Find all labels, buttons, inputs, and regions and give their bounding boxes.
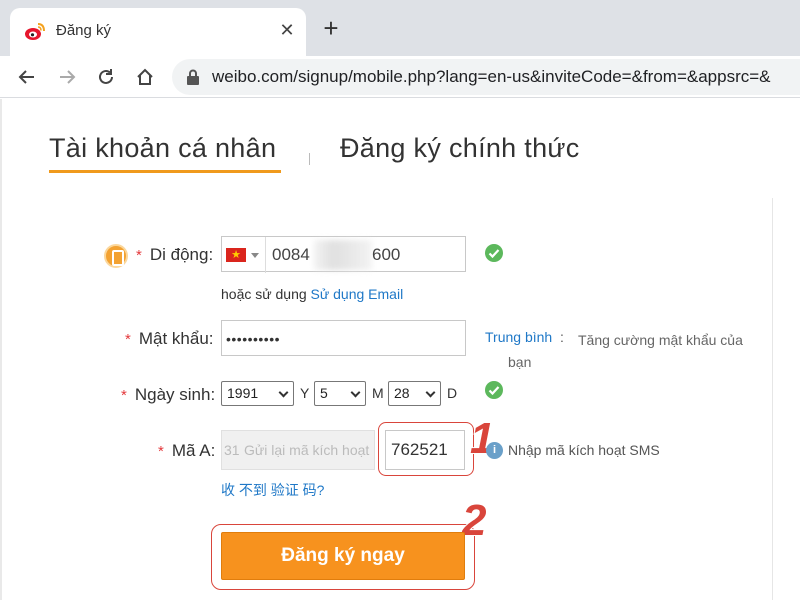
- use-email-link[interactable]: Sử dụng Email: [311, 286, 404, 302]
- password-value: ••••••••••: [226, 331, 281, 347]
- close-icon[interactable]: ✕: [276, 19, 298, 41]
- chevron-down-icon: [251, 253, 259, 258]
- tab-official-signup[interactable]: Đăng ký chính thức: [340, 133, 580, 164]
- signup-submit-button[interactable]: Đăng ký ngay: [221, 532, 465, 580]
- no-code-received-link[interactable]: 收 不到 验证 码?: [221, 480, 324, 500]
- reload-icon[interactable]: [93, 64, 119, 90]
- info-icon: i: [486, 442, 503, 459]
- sms-hint: Nhập mã kích hoạt SMS: [508, 442, 660, 458]
- resend-code-button[interactable]: 31 Gửi lại mã kích hoạt: [221, 430, 375, 470]
- active-tab-underline: [49, 170, 281, 173]
- url-text: weibo.com/signup/mobile.php?lang=en-us&i…: [212, 67, 771, 86]
- phone-suffix: 600: [372, 245, 401, 264]
- alt-signup-text: hoặc sử dụng Sử dụng Email: [221, 286, 404, 302]
- mobile-label: * Di động:: [136, 245, 214, 264]
- code-label: * Mã A:: [158, 441, 216, 460]
- new-tab-icon[interactable]: +: [318, 15, 344, 42]
- panel-divider: [772, 198, 773, 600]
- chevron-down-icon: [278, 387, 289, 398]
- birth-month-select[interactable]: 5: [314, 381, 366, 406]
- phone-prefix: 0084: [272, 245, 310, 264]
- home-icon[interactable]: [132, 64, 158, 90]
- mobile-phone-icon: [104, 244, 128, 268]
- browser-tab-strip: Đăng ký ✕ +: [0, 0, 800, 56]
- lock-icon[interactable]: [186, 69, 200, 85]
- password-tip: Tăng cường mật khẩu của bạn: [508, 332, 743, 370]
- browser-tab-title: Đăng ký: [56, 22, 112, 39]
- back-icon[interactable]: [14, 64, 40, 90]
- tab-separator: [309, 153, 310, 165]
- vietnam-flag-icon: ★: [226, 248, 246, 262]
- resend-code-label: Gửi lại mã kích hoạt: [244, 442, 370, 458]
- year-unit: Y: [300, 385, 310, 401]
- step1-highlight-box: [378, 422, 474, 476]
- chevron-down-icon: [425, 387, 436, 398]
- day-unit: D: [447, 385, 458, 401]
- browser-tab[interactable]: Đăng ký ✕: [10, 8, 306, 56]
- password-label: * Mật khẩu:: [125, 329, 214, 348]
- check-icon: [485, 244, 503, 262]
- redacted-phone-digits: [314, 240, 372, 270]
- birthday-label: * Ngày sinh:: [121, 385, 216, 404]
- check-icon: [485, 381, 503, 399]
- browser-toolbar: weibo.com/signup/mobile.php?lang=en-us&i…: [0, 56, 800, 98]
- address-bar[interactable]: weibo.com/signup/mobile.php?lang=en-us&i…: [172, 59, 800, 95]
- forward-icon[interactable]: [54, 64, 80, 90]
- birth-year-select[interactable]: 1991: [221, 381, 294, 406]
- step2-marker: 2: [461, 495, 488, 546]
- country-selector[interactable]: ★: [222, 237, 266, 273]
- weibo-logo-icon: [25, 23, 45, 40]
- month-unit: M: [372, 385, 384, 401]
- tab-personal-account[interactable]: Tài khoản cá nhân: [49, 133, 276, 164]
- birth-day-select[interactable]: 28: [388, 381, 441, 406]
- resend-countdown: 31: [224, 442, 240, 458]
- chevron-down-icon: [350, 387, 361, 398]
